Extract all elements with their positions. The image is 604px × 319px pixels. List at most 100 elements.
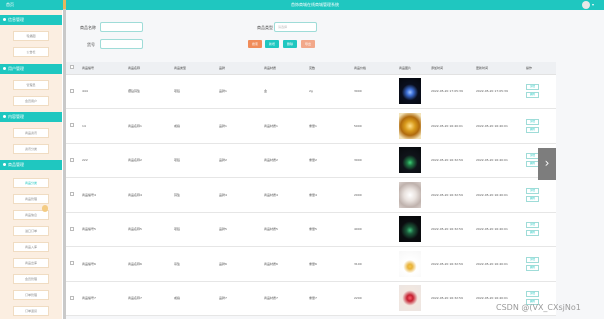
checkbox[interactable] — [70, 123, 74, 128]
row-checkbox-cell[interactable] — [66, 108, 78, 144]
actions-cell: 详情 删除 — [522, 108, 556, 144]
detail-button[interactable]: 详情 — [526, 256, 539, 263]
table-cell: 2022-05-20 17:05:39 — [427, 74, 472, 109]
checkbox[interactable] — [70, 192, 74, 197]
product-image — [399, 147, 421, 174]
table-cell: 444 — [78, 74, 124, 109]
home-link[interactable]: 首页 — [6, 2, 14, 8]
detail-button[interactable]: 详情 — [526, 84, 539, 91]
table-cell: 2022-05-20 16:40:01 — [472, 177, 522, 213]
row-checkbox-cell[interactable] — [66, 143, 78, 178]
row-checkbox-cell[interactable] — [66, 177, 78, 213]
next-arrow-button[interactable]: › — [538, 148, 556, 180]
sidebar-item-members[interactable]: 会员用户 — [13, 96, 49, 106]
sidebar-item-product-category[interactable]: 商品分类 — [13, 178, 49, 188]
product-id-input[interactable] — [100, 39, 143, 49]
table-row[interactable]: 444 镶钻耳坠 项链 品牌1 金 2g 3000 2022-05-20 17:05:39 20… — [66, 74, 556, 109]
table-cell: 重量4 — [305, 177, 350, 213]
sidebar-section-products[interactable]: 商品管理 — [0, 160, 62, 170]
product-name-input[interactable] — [100, 22, 143, 32]
sidebar-item-news[interactable]: 商品资讯 — [13, 128, 49, 138]
sidebar-item-product-manage[interactable]: 商品管理 — [13, 194, 49, 204]
table-row[interactable]: 222 商品名称2 项链 品牌2 商品材质2 重量2 3000 2022-05-20 16:3… — [66, 143, 556, 178]
sidebar-section-label: 信息管理 — [8, 17, 24, 22]
table-cell: 吊坠 — [170, 246, 215, 282]
select-all-header[interactable] — [66, 62, 78, 75]
product-image-cell — [395, 74, 427, 109]
add-button[interactable]: 新增 — [265, 40, 279, 48]
dot-icon — [3, 163, 6, 166]
sidebar-item-stock-in[interactable]: 商品入库 — [13, 242, 49, 252]
table-cell: 品牌1 — [215, 108, 260, 144]
detail-button[interactable]: 详情 — [526, 187, 539, 194]
table-row[interactable]: 14 商品名称1 戒指 品牌1 商品材质1 重量1 5000 2022-05-20 16:40… — [66, 108, 556, 144]
row-checkbox-cell[interactable] — [66, 212, 78, 247]
table-cell: 3000 — [350, 74, 395, 109]
checkbox[interactable] — [70, 65, 74, 70]
search-button[interactable]: 搜索 — [248, 40, 262, 48]
checkbox[interactable] — [70, 88, 74, 93]
table-cell: 商品名称6 — [124, 246, 170, 282]
sidebar-item-carousel[interactable]: 轮播图 — [13, 31, 49, 41]
table-row[interactable]: 商品编号5 商品名称5 项链 品牌5 商品材质5 重量5 4000 2022-05-20 16… — [66, 212, 556, 247]
column-header: 商品图片 — [395, 62, 427, 75]
delete-row-button[interactable]: 删除 — [526, 264, 539, 271]
sidebar-item-admins[interactable]: 管理员 — [13, 80, 49, 90]
table-cell: 2022-05-20 16:40:01 — [472, 143, 522, 178]
table-cell: 重量2 — [305, 143, 350, 178]
table-cell: 商品材质6 — [260, 246, 305, 282]
table-cell: 戒指 — [170, 281, 215, 316]
actions-cell: 详情 删除 — [522, 246, 556, 282]
export-button[interactable]: 导出 — [301, 40, 315, 48]
checkbox[interactable] — [70, 261, 74, 266]
table-cell: 商品材质4 — [260, 177, 305, 213]
sidebar-item-order-return[interactable]: 订单退货 — [13, 306, 49, 316]
product-category-label: 商品类型 — [257, 25, 273, 30]
sidebar-item-stock-out[interactable]: 商品出库 — [13, 258, 49, 268]
sidebar-item-order-manage[interactable]: 订单管理 — [13, 290, 49, 300]
detail-button[interactable]: 详情 — [526, 222, 539, 229]
product-table: 商品编号 商品名称 商品类型 品牌 商品材质 克数 商品价格 商品图片 添加时间… — [66, 62, 556, 316]
sidebar-section-users[interactable]: 用户管理 — [0, 64, 62, 74]
delete-row-button[interactable]: 删除 — [526, 126, 539, 133]
table-row[interactable]: 商品编号4 商品名称4 耳坠 品牌4 商品材质4 重量4 2000 2022-05-20 16… — [66, 177, 556, 213]
row-checkbox-cell[interactable] — [66, 281, 78, 316]
detail-button[interactable]: 详情 — [526, 291, 539, 298]
table-cell: 商品材质5 — [260, 212, 305, 247]
row-checkbox-cell[interactable] — [66, 74, 78, 109]
mouse-cursor-icon — [42, 205, 48, 212]
app-title: 首饰商城在线商城管理系统 — [291, 2, 339, 7]
column-header: 商品材质 — [260, 62, 305, 75]
product-category-select[interactable]: 请选择 — [274, 22, 317, 32]
delete-row-button[interactable]: 删除 — [526, 230, 539, 237]
chevron-down-icon[interactable]: ▾ — [592, 2, 594, 7]
table-cell: 2022-05-20 16:40:01 — [427, 108, 472, 144]
sidebar-item-import-orders[interactable]: 进口订单 — [13, 226, 49, 236]
checkbox[interactable] — [70, 226, 74, 231]
sidebar-item-member-manage[interactable]: 会员管理 — [13, 274, 49, 284]
sidebar-section-content[interactable]: 内容管理 — [0, 112, 62, 122]
table-row[interactable]: 商品编号6 商品名称6 吊坠 品牌6 商品材质6 重量6 3100 2022-05-20 16… — [66, 246, 556, 282]
scrollbar-thumb[interactable] — [63, 0, 66, 9]
column-header: 操作 — [522, 62, 556, 75]
table-header-row: 商品编号 商品名称 商品类型 品牌 商品材质 克数 商品价格 商品图片 添加时间… — [66, 62, 556, 75]
table-cell: 重量6 — [305, 246, 350, 282]
table-cell: 项链 — [170, 212, 215, 247]
checkbox[interactable] — [70, 295, 74, 300]
row-checkbox-cell[interactable] — [66, 246, 78, 282]
table-cell: 品牌6 — [215, 246, 260, 282]
detail-button[interactable]: 详情 — [526, 118, 539, 125]
table-cell: 品牌5 — [215, 212, 260, 247]
sidebar-item-notice[interactable]: 公告栏 — [13, 47, 49, 57]
dot-icon — [3, 67, 6, 70]
delete-row-button[interactable]: 删除 — [526, 195, 539, 202]
avatar[interactable] — [582, 1, 590, 9]
table-cell: 14 — [78, 108, 124, 144]
delete-row-button[interactable]: 删除 — [526, 92, 539, 99]
sidebar-item-news-category[interactable]: 资讯分类 — [13, 144, 49, 154]
delete-button[interactable]: 删除 — [283, 40, 297, 48]
product-image-cell — [395, 212, 427, 247]
table-row[interactable]: 商品编号7 商品名称7 戒指 品牌7 商品材质7 重量7 2200 2022-05-20 16… — [66, 281, 556, 316]
checkbox[interactable] — [70, 157, 74, 162]
sidebar-section-info[interactable]: 信息管理 — [0, 15, 62, 25]
